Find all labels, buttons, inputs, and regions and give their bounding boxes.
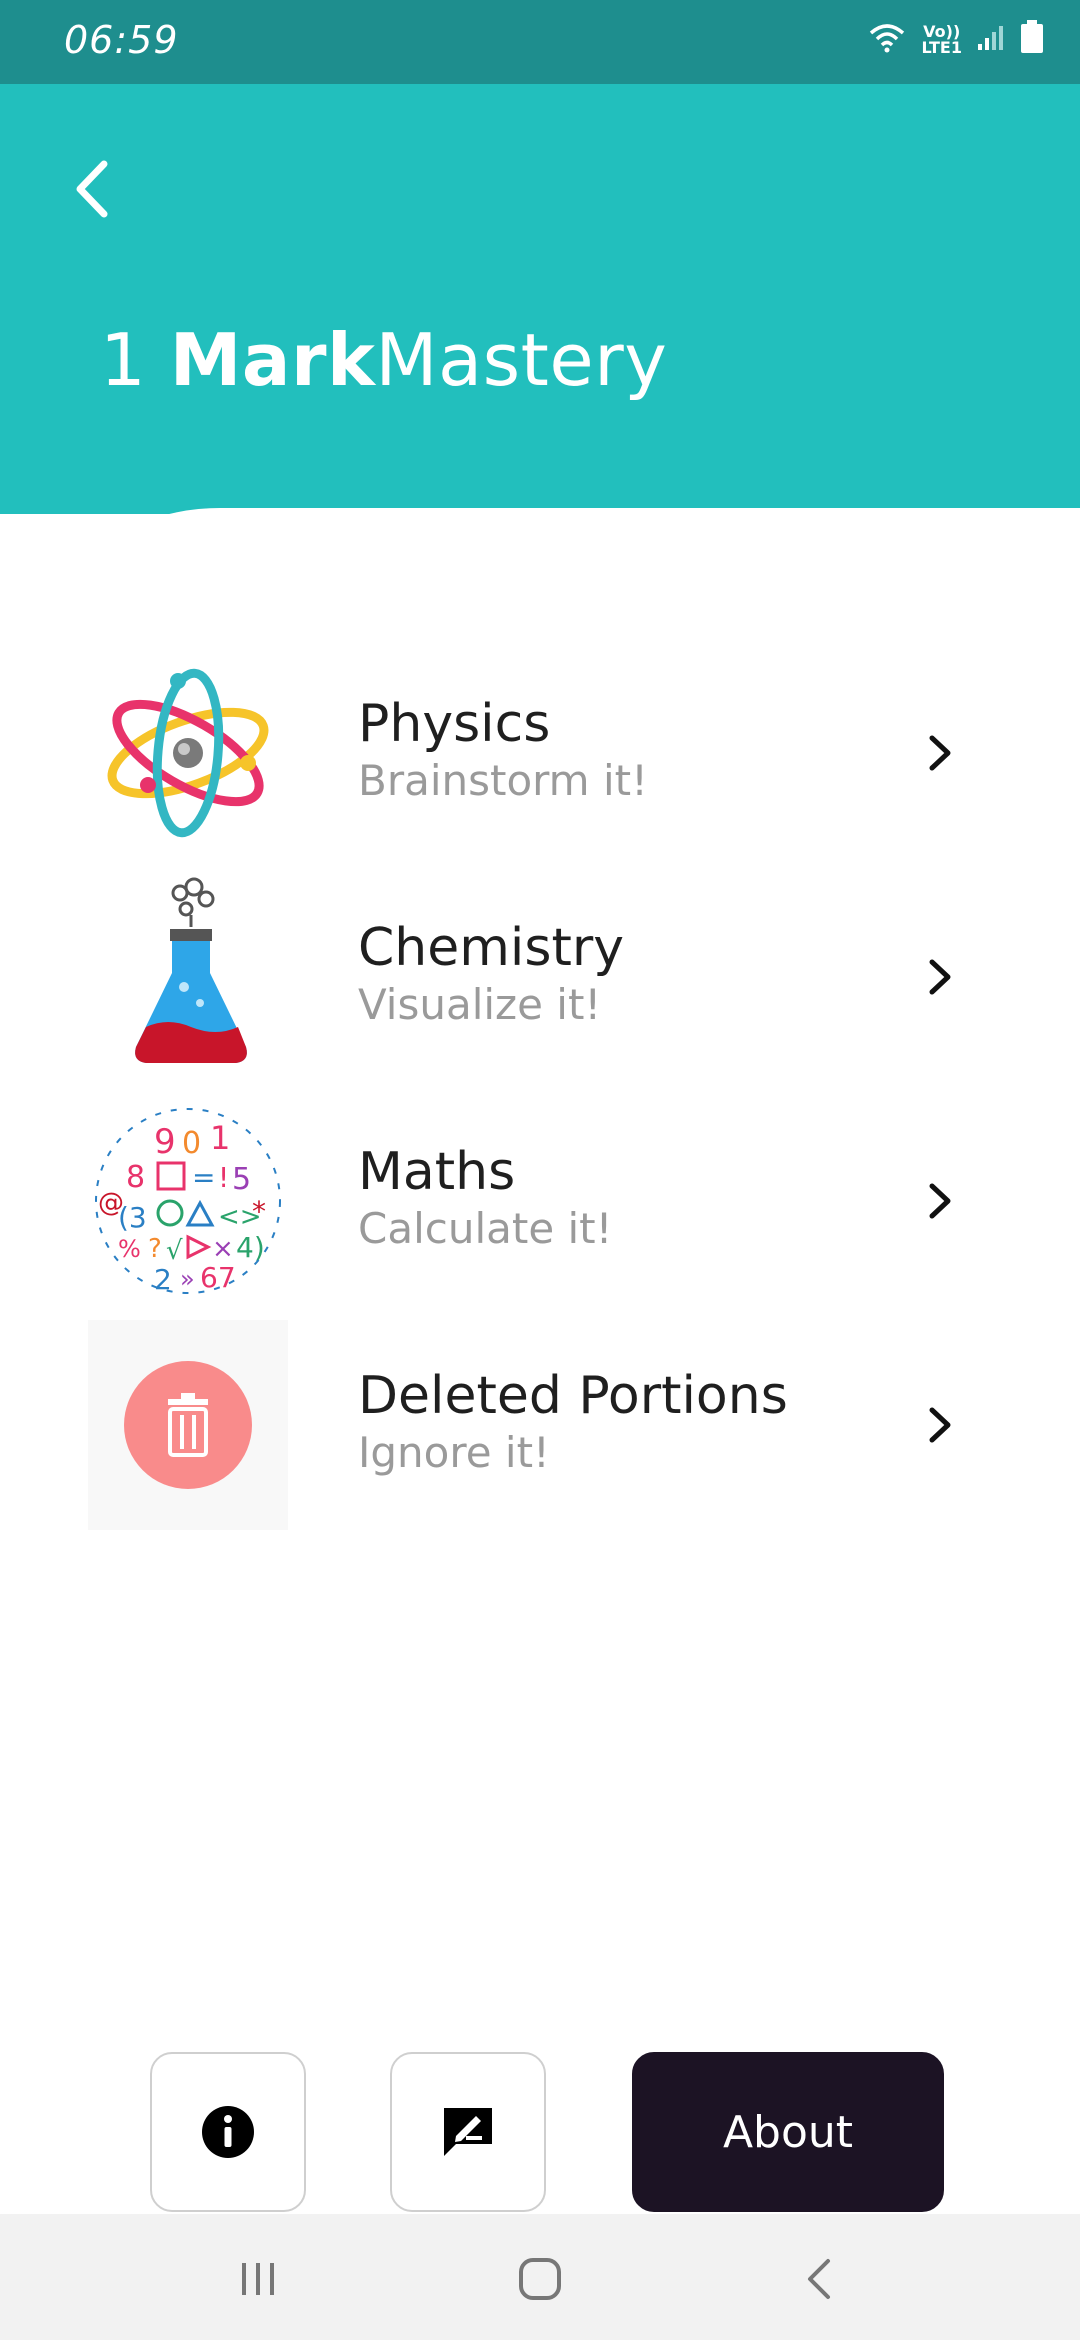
atom-icon [88,648,288,858]
svg-text:9: 9 [154,1122,176,1162]
battery-icon [1020,20,1044,59]
chevron-right-icon [920,1176,960,1226]
info-button[interactable] [150,2052,306,2212]
back-arrow-icon [76,160,108,218]
svg-text:»: » [180,1265,195,1293]
svg-text:(3: (3 [118,1201,147,1234]
lte-label: LTE1 [921,37,962,57]
svg-text:8: 8 [126,1160,145,1195]
flask-icon [88,872,288,1082]
feedback-button[interactable] [390,2052,546,2212]
about-button[interactable]: About [632,2052,944,2212]
title-bold: Mark [169,318,376,402]
subject-row-maths[interactable]: 9 0 1 8 = ! 5 @ (3 <> * % ? √ × 4) 2 » 6… [0,1096,1080,1320]
svg-text:*: * [252,1195,266,1228]
subject-tagline: Ignore it! [358,1428,550,1477]
content-card: Physics Brainstorm it! Chemistry Visuali… [0,508,1080,2218]
chevron-right-icon [920,952,960,1002]
home-icon [519,2258,561,2300]
header: 1 MarkMastery [0,84,1080,514]
svg-text:1: 1 [210,1119,230,1157]
recent-apps-icon [242,2263,274,2295]
subject-name: Deleted Portions [358,1366,788,1426]
math-symbols-icon: 9 0 1 8 = ! 5 @ (3 <> * % ? √ × 4) 2 » 6… [88,1096,288,1306]
svg-text:5: 5 [232,1162,251,1197]
svg-text:%: % [118,1235,141,1263]
svg-text:0: 0 [182,1126,201,1161]
chevron-right-icon [920,1400,960,1450]
status-time: 06:59 [64,18,179,62]
svg-text:4): 4) [236,1231,265,1264]
subject-name: Physics [358,694,551,754]
network-type: Vo)) LTE1 [921,23,962,57]
svg-text:×: × [212,1234,234,1264]
subject-tagline: Calculate it! [358,1204,613,1253]
subject-row-physics[interactable]: Physics Brainstorm it! [0,648,1080,872]
chevron-right-icon [920,728,960,778]
trash-icon [88,1320,288,1530]
home-button[interactable] [500,2244,580,2314]
subject-row-deleted-portions[interactable]: Deleted Portions Ignore it! [0,1320,1080,1544]
feedback-icon [444,2108,492,2156]
status-icons: Vo)) LTE1 [867,20,1044,59]
svg-text:!: ! [218,1161,229,1194]
title-light: Mastery [375,318,668,402]
back-icon [808,2259,830,2299]
subject-tagline: Brainstorm it! [358,756,648,805]
status-bar: 06:59 Vo)) LTE1 [0,0,1080,84]
info-icon [202,2106,254,2158]
bottom-actions: About [0,2052,1080,2212]
subject-name: Maths [358,1142,516,1202]
wifi-icon [867,21,907,58]
title-number: 1 [100,318,170,402]
page-title: 1 MarkMastery [100,318,667,402]
recent-apps-button[interactable] [218,2244,298,2314]
signal-icon [976,22,1006,57]
system-nav-bar [0,2214,1080,2340]
subject-tagline: Visualize it! [358,980,602,1029]
subject-row-chemistry[interactable]: Chemistry Visualize it! [0,872,1080,1096]
back-button[interactable] [62,154,122,224]
svg-text:√: √ [166,1236,183,1266]
svg-text:?: ? [148,1234,162,1264]
svg-text:=: = [192,1161,215,1194]
system-back-button[interactable] [780,2244,860,2314]
subject-name: Chemistry [358,918,624,978]
